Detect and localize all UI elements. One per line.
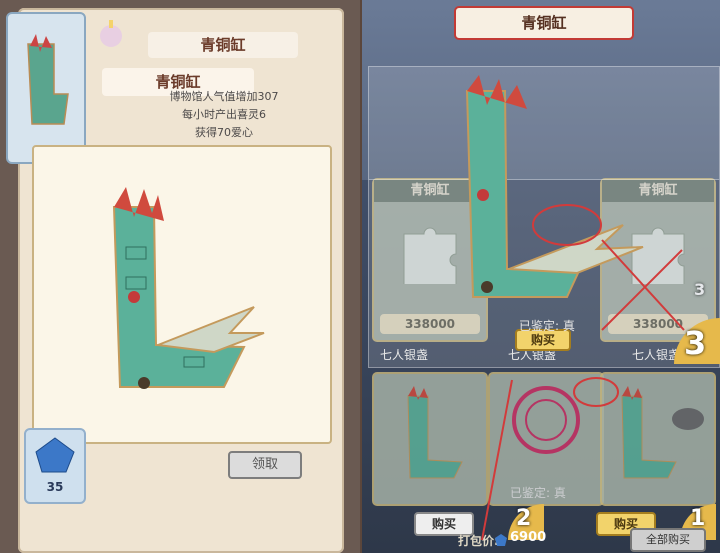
info-line-output: 每小时产出喜灵6 <box>182 108 266 121</box>
info-line-love: 获得70爱心 <box>195 126 253 139</box>
cake-decoration-icon <box>96 14 126 50</box>
blue-gem-icon <box>35 437 75 473</box>
claim-button[interactable]: 领取 <box>228 451 302 479</box>
info-line-popularity: 博物馆人气值增加307 <box>169 90 279 103</box>
bronze-vessel-thumb-icon <box>27 34 69 125</box>
bronze-vessel-illustration-icon <box>112 187 265 389</box>
left-panel: 青铜缸 青铜缸 博物馆人气值增加307 每小时产出喜灵6 获得70爱心 35 领… <box>0 0 360 553</box>
item-card-thumb[interactable] <box>6 12 86 164</box>
item-preview-popup[interactable] <box>32 145 332 444</box>
card-title: 青铜缸 <box>148 32 298 58</box>
annotation-marks <box>481 239 685 541</box>
gem-reward-card[interactable]: 35 <box>24 428 86 504</box>
gem-count: 35 <box>46 480 64 494</box>
right-panel: 青铜缸 青铜缸 338000 青铜缸 338000 3 七人银盏 七人银盏 七人… <box>362 0 720 553</box>
